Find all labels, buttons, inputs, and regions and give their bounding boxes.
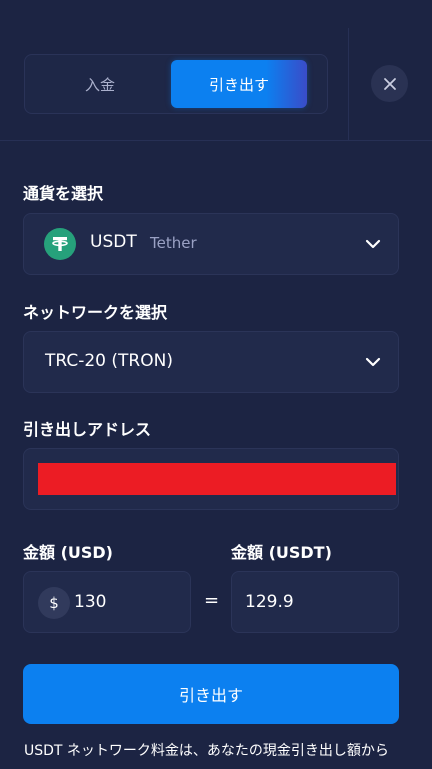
currency-name: Tether	[150, 234, 197, 252]
dollar-icon: $	[38, 587, 70, 619]
amount-usd-field: $	[23, 571, 191, 633]
currency-label: 通貨を選択	[23, 184, 104, 203]
currency-select[interactable]: USDT Tether	[23, 213, 399, 275]
currency-code: USDT	[90, 232, 137, 252]
network-value: TRC-20 (TRON)	[45, 351, 173, 371]
amount-usd-label: 金額 (USD)	[23, 543, 113, 562]
tether-icon	[44, 228, 76, 260]
amount-usdt-label: 金額 (USDT)	[231, 543, 332, 562]
chevron-down-icon	[365, 357, 381, 367]
tab-withdraw[interactable]: 引き出す	[171, 60, 307, 108]
address-input[interactable]	[23, 448, 399, 510]
address-label: 引き出しアドレス	[23, 420, 152, 439]
withdraw-submit-button[interactable]: 引き出す	[23, 664, 399, 724]
header-vertical-divider	[348, 28, 349, 140]
amount-usdt-input[interactable]	[245, 588, 390, 616]
redacted-address	[38, 463, 396, 495]
amount-usdt-field	[231, 571, 399, 633]
tab-deposit[interactable]: 入金	[31, 60, 169, 108]
network-label: ネットワークを選択	[23, 303, 168, 322]
deposit-withdraw-tabs: 入金 引き出す	[24, 54, 328, 114]
chevron-down-icon	[365, 239, 381, 249]
network-fee-note: USDT ネットワーク料金は、あなたの現金引き出し額から	[24, 743, 389, 759]
close-icon	[383, 77, 396, 90]
header-divider	[0, 140, 432, 141]
close-button[interactable]	[371, 65, 408, 102]
network-select[interactable]: TRC-20 (TRON)	[23, 331, 399, 393]
equals-sign: =	[204, 590, 220, 611]
amount-usd-input[interactable]	[74, 588, 184, 616]
